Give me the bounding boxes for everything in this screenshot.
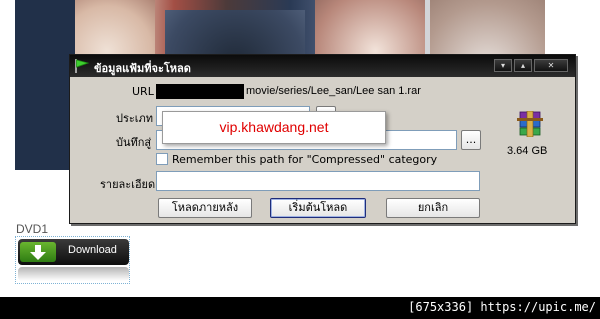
download-arrow-icon [20, 242, 56, 262]
description-input[interactable] [156, 171, 480, 191]
watermark-popup: vip.khawdang.net [162, 111, 386, 144]
minimize-button[interactable]: ▾ [494, 59, 512, 72]
cancel-button[interactable]: ยกเลิก [386, 198, 480, 218]
remember-path-label: Remember this path for "Compressed" cate… [172, 153, 438, 166]
url-field[interactable]: movie/series/Lee_san/Lee san 1.rar [156, 82, 480, 102]
screenshot-stage: ข้อมูลแฟ้มที่จะโหลด ▾ ▴ ✕ URL movie/seri… [0, 0, 600, 319]
upic-watermark-text: [675x336] https://upic.me/ [408, 300, 596, 314]
type-label: ประเภท [116, 112, 154, 125]
download-label: Download [68, 244, 117, 256]
url-label: URL [132, 85, 154, 98]
dvd-label: DVD1 [16, 222, 49, 236]
download-button-body[interactable]: Download [18, 239, 129, 265]
save-to-label: บันทึกสู่ [116, 136, 152, 149]
dvd-download-button[interactable]: Download [15, 236, 130, 284]
browse-button[interactable]: ... [461, 130, 481, 150]
download-button-reflection [18, 267, 129, 281]
maximize-button[interactable]: ▴ [514, 59, 532, 72]
start-download-button[interactable]: เริ่มต้นโหลด [270, 198, 366, 218]
url-value: movie/series/Lee_san/Lee san 1.rar [246, 85, 421, 97]
file-size-text: 3.64 GB [507, 145, 548, 157]
winrar-archive-icon [517, 111, 543, 137]
remember-path-checkbox[interactable] [156, 153, 168, 165]
dialog-titlebar[interactable]: ข้อมูลแฟ้มที่จะโหลด ▾ ▴ ✕ [70, 55, 575, 77]
dialog-title: ข้อมูลแฟ้มที่จะโหลด [94, 62, 191, 75]
redacted-block [156, 84, 244, 99]
upic-footer-bar: [675x336] https://upic.me/ [0, 297, 600, 319]
download-later-button[interactable]: โหลดภายหลัง [158, 198, 252, 218]
description-label: รายละเอียด [100, 178, 156, 191]
green-flag-icon [75, 59, 90, 73]
close-button[interactable]: ✕ [534, 59, 568, 72]
